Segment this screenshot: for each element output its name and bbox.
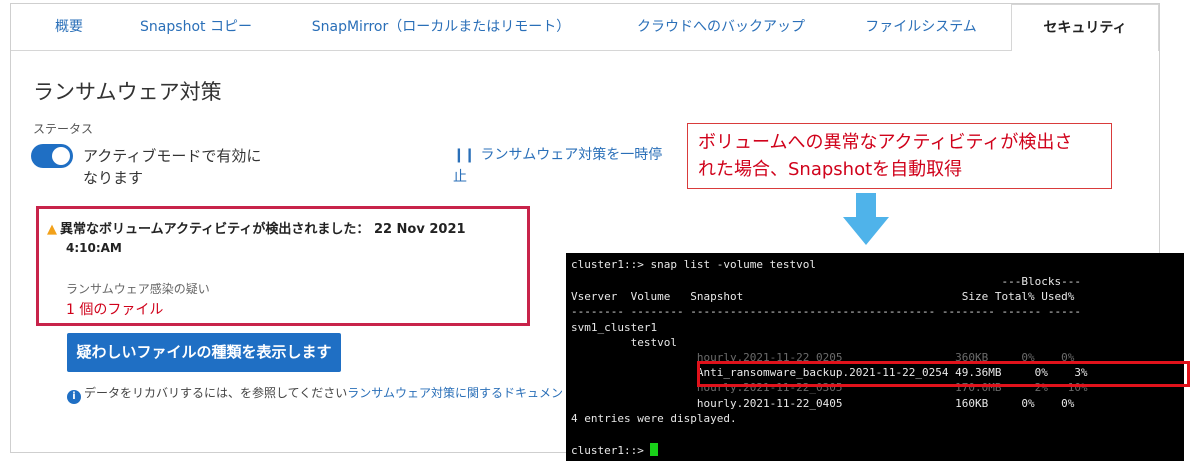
terminal-prompt-row[interactable]: cluster1::> bbox=[571, 443, 659, 459]
warning-triangle-icon: ▲ bbox=[47, 222, 57, 237]
toggle-knob bbox=[52, 147, 70, 165]
terminal-prompt: cluster1::> bbox=[571, 444, 651, 457]
callout-line-2: れた場合、Snapshotを自動取得 bbox=[698, 159, 963, 180]
pause-ransomware-link[interactable]: ❙❙ ランサムウェア対策を一時停止 bbox=[453, 144, 673, 188]
terminal-command: cluster1::> snap list -volume testvol bbox=[571, 258, 817, 271]
tab-cloud-backup[interactable]: クラウドへのバックアップ bbox=[611, 4, 831, 50]
terminal-separator: -------- -------- ----------------------… bbox=[571, 305, 1081, 318]
recovery-text: データをリカバリするには、を参照してください bbox=[84, 386, 348, 400]
terminal-cursor bbox=[650, 443, 659, 456]
terminal-volume: testvol bbox=[571, 336, 677, 349]
tab-security[interactable]: セキュリティ bbox=[1011, 4, 1159, 51]
show-suspicious-file-types-button[interactable]: 疑わしいファイルの種類を表示します bbox=[67, 333, 341, 372]
status-label: ステータス bbox=[33, 122, 94, 136]
page-title: ランサムウェア対策 bbox=[33, 80, 222, 104]
active-mode-toggle[interactable] bbox=[31, 144, 73, 168]
terminal-header: Vserver Volume Snapshot Size Total% Used… bbox=[571, 290, 1075, 303]
callout-box: ボリュームへの異常なアクティビティが検出さ れた場合、Snapshotを自動取得 bbox=[687, 123, 1112, 189]
terminal-vserver: svm1_cluster1 bbox=[571, 321, 658, 334]
alert-heading-row: ▲ 異常なボリュームアクティビティが検出されました： 22 Nov 2021 bbox=[47, 218, 466, 237]
toggle-label: アクティブモードで有効になります bbox=[83, 147, 262, 187]
down-arrow-icon bbox=[843, 193, 889, 245]
recovery-note: i データをリカバリするには、を参照してくださいランサムウェア対策に関するドキュメ… bbox=[67, 384, 567, 404]
anomaly-alert: ▲ 異常なボリュームアクティビティが検出されました： 22 Nov 2021 4:… bbox=[36, 206, 530, 326]
pause-icon: ❙❙ bbox=[453, 147, 475, 163]
tab-snapshot-copies[interactable]: Snapshot コピー bbox=[121, 4, 271, 50]
tab-file-system[interactable]: ファイルシステム bbox=[846, 4, 996, 50]
callout-line-1: ボリュームへの異常なアクティビティが検出さ bbox=[698, 132, 1073, 153]
tab-snapmirror[interactable]: SnapMirror（ローカルまたはリモート） bbox=[286, 4, 596, 50]
info-circle-icon: i bbox=[67, 390, 81, 404]
tab-overview[interactable]: 概要 bbox=[29, 4, 109, 50]
alert-heading: 異常なボリュームアクティビティが検出されました： bbox=[60, 222, 370, 237]
pause-link-label: ランサムウェア対策を一時停止 bbox=[453, 147, 663, 185]
tab-bar: 概要 Snapshot コピー SnapMirror（ローカルまたはリモート） … bbox=[11, 4, 1159, 51]
terminal-window: cluster1::> snap list -volume testvol --… bbox=[566, 253, 1184, 461]
ransomware-docs-link[interactable]: ランサムウェア対策に関するドキュメン bbox=[347, 386, 563, 400]
suspicion-label: ランサムウェア感染の疑い bbox=[66, 282, 210, 296]
terminal-header-blocks: ---Blocks--- bbox=[571, 275, 1081, 288]
highlight-box bbox=[697, 361, 1190, 387]
alert-time: 4:10:AM bbox=[66, 241, 122, 255]
terminal-summary: 4 entries were displayed. bbox=[571, 412, 737, 425]
suspicious-file-count[interactable]: 1 個のファイル bbox=[66, 299, 163, 319]
alert-date: 22 Nov 2021 bbox=[373, 222, 466, 237]
terminal-snapshot-row: hourly.2021-11-22_0405 160KB 0% 0% bbox=[571, 397, 1075, 410]
